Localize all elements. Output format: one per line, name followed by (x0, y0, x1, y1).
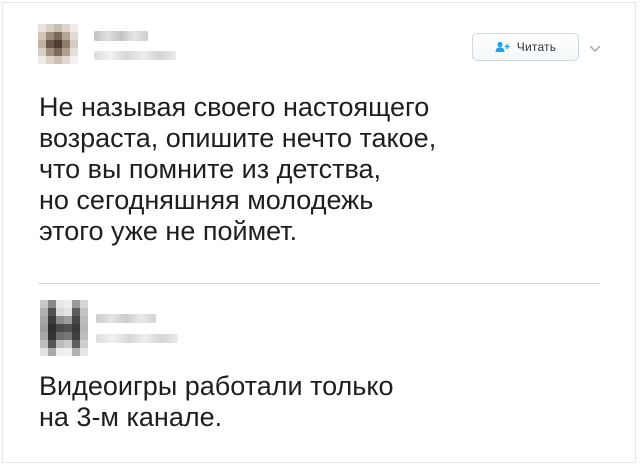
author-avatar[interactable] (38, 24, 78, 64)
reply-author-avatar[interactable] (40, 300, 88, 356)
divider (38, 283, 600, 284)
author-handle[interactable] (94, 51, 176, 60)
reply-author-name[interactable] (96, 314, 156, 323)
reply-text: Видеоигры работали только на 3-м канале. (39, 371, 394, 432)
author-name[interactable] (94, 31, 148, 41)
tweet-text: Не называя своего настоящего возраста, о… (39, 92, 437, 246)
reply-author-handle[interactable] (96, 334, 178, 343)
chevron-down-icon[interactable] (589, 41, 601, 52)
add-user-icon (495, 41, 511, 53)
follow-button[interactable]: Читать (472, 33, 579, 61)
follow-button-label: Читать (516, 40, 557, 54)
